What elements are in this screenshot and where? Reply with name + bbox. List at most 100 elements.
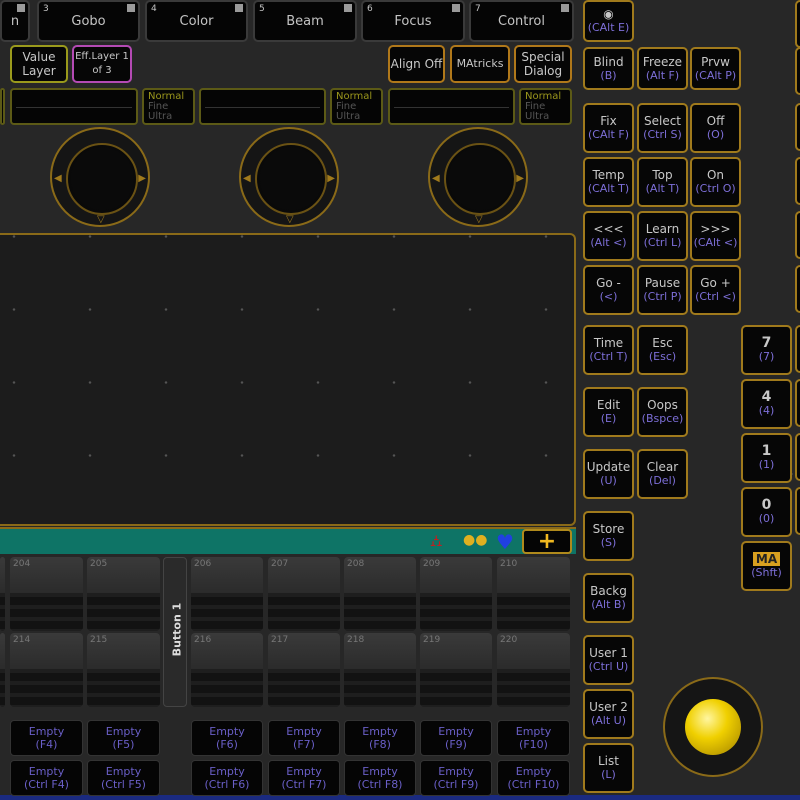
executor-209[interactable]: 209	[420, 557, 492, 631]
checkbox-icon[interactable]	[127, 4, 135, 12]
key-top[interactable]: Top (Alt T)	[637, 157, 688, 207]
trackball-ball[interactable]	[685, 699, 741, 755]
encoder-knob[interactable]: ◀ ▶ ▽	[239, 127, 339, 227]
encoder-knob[interactable]: ◀ ▶ ▽	[428, 127, 528, 227]
key-highlight[interactable]: <<< (Alt <)	[583, 211, 634, 261]
numpad-key-7[interactable]: 7 (7)	[741, 325, 792, 375]
executor-partial[interactable]	[0, 633, 5, 707]
preset-tab-control[interactable]: 7 Control	[469, 0, 574, 42]
preset-tab-gobo[interactable]: 3 Gobo	[37, 0, 140, 42]
key-freeze[interactable]: Freeze (Alt F)	[637, 47, 688, 90]
function-key[interactable]: Empty (F10)	[497, 720, 570, 756]
numpad-key-1[interactable]: 1 (1)	[741, 433, 792, 483]
key-learn[interactable]: Learn (Ctrl L)	[637, 211, 688, 261]
key-update[interactable]: Update (U)	[583, 449, 634, 499]
key-on[interactable]: On (Ctrl O)	[690, 157, 741, 207]
key-blind[interactable]: Blind (B)	[583, 47, 634, 90]
executor-partial[interactable]	[0, 557, 5, 631]
executor-218[interactable]: 218	[344, 633, 416, 707]
network-icon[interactable]: ⛼	[430, 531, 443, 552]
key-prvw[interactable]: Prvw (CAlt P)	[690, 47, 741, 90]
executor-210[interactable]: 210	[497, 557, 570, 631]
function-key[interactable]: Empty (Ctrl F7)	[268, 760, 340, 796]
numpad-key-0[interactable]: 0 (0)	[741, 487, 792, 537]
key-time[interactable]: Time (Ctrl T)	[583, 325, 634, 375]
key-esc[interactable]: Esc (Esc)	[637, 325, 688, 375]
key-go[interactable]: Go + (Ctrl <)	[690, 265, 741, 315]
executor-button-1[interactable]: Button 1	[163, 557, 187, 707]
key-edit[interactable]: Edit (E)	[583, 387, 634, 437]
key-fix[interactable]: Fix (CAlt F)	[583, 103, 634, 153]
executor-215[interactable]: 215	[87, 633, 160, 707]
numpad-key-ma[interactable]: MA (Shft)	[741, 541, 792, 591]
trackball[interactable]	[663, 677, 763, 777]
key-list[interactable]: List (L)	[583, 743, 634, 793]
fixture-icon[interactable]: ●●	[463, 532, 487, 548]
checkbox-icon[interactable]	[452, 4, 460, 12]
key-oops[interactable]: Oops (Bspce)	[637, 387, 688, 437]
encoder-resolution-button[interactable]: Normal Fine Ultra	[142, 88, 195, 125]
key-partial[interactable]	[795, 47, 800, 95]
executor-220[interactable]: 220	[497, 633, 570, 707]
key-partial[interactable]	[795, 379, 800, 427]
function-key[interactable]: Empty (F9)	[420, 720, 492, 756]
executor-208[interactable]: 208	[344, 557, 416, 631]
key-highlight[interactable]: ◉ (CAlt E)	[583, 0, 634, 42]
key-pause[interactable]: Pause (Ctrl P)	[637, 265, 688, 315]
checkbox-icon[interactable]	[561, 4, 569, 12]
executor-205[interactable]: 205	[87, 557, 160, 631]
encoder-resolution-button[interactable]: Normal Fine Ultra	[330, 88, 383, 125]
executor-217[interactable]: 217	[268, 633, 340, 707]
key-partial[interactable]	[795, 103, 800, 151]
key-user-2[interactable]: User 2 (Alt U)	[583, 689, 634, 739]
executor-207[interactable]: 207	[268, 557, 340, 631]
function-key[interactable]: Empty (Ctrl F6)	[191, 760, 263, 796]
heart-icon[interactable]: ♥	[496, 530, 514, 554]
numpad-key-4[interactable]: 4 (4)	[741, 379, 792, 429]
layout-view[interactable]	[0, 233, 576, 526]
key-backg[interactable]: Backg (Alt B)	[583, 573, 634, 623]
executor-219[interactable]: 219	[420, 633, 492, 707]
align-button[interactable]: Align Off	[388, 45, 445, 83]
preset-tab-color[interactable]: 4 Color	[145, 0, 248, 42]
key-go[interactable]: Go - (<)	[583, 265, 634, 315]
encoder-knob[interactable]: ◀ ▶ ▽	[50, 127, 150, 227]
encoder-resolution-button[interactable]: Normal Fine Ultra	[519, 88, 572, 125]
matricks-button[interactable]: MAtricks	[450, 45, 510, 83]
executor-216[interactable]: 216	[191, 633, 263, 707]
key-select[interactable]: Select (Ctrl S)	[637, 103, 688, 153]
preset-tab-beam[interactable]: 5 Beam	[253, 0, 357, 42]
function-key[interactable]: Empty (Ctrl F9)	[420, 760, 492, 796]
checkbox-icon[interactable]	[235, 4, 243, 12]
function-key[interactable]: Empty (F4)	[10, 720, 83, 756]
key-partial[interactable]	[795, 433, 800, 481]
function-key[interactable]: Empty (F8)	[344, 720, 416, 756]
key-partial[interactable]	[795, 325, 800, 373]
special-dialog-button[interactable]: Special Dialog	[514, 45, 572, 83]
function-key[interactable]: Empty (Ctrl F5)	[87, 760, 160, 796]
executor-204[interactable]: 204	[10, 557, 83, 631]
executor-206[interactable]: 206	[191, 557, 263, 631]
function-key[interactable]: Empty (Ctrl F4)	[10, 760, 83, 796]
preset-tab-focus[interactable]: 6 Focus	[361, 0, 465, 42]
key-partial[interactable]	[795, 0, 800, 48]
executor-214[interactable]: 214	[10, 633, 83, 707]
function-key[interactable]: Empty (F5)	[87, 720, 160, 756]
plus-icon[interactable]: +	[522, 529, 572, 554]
function-key[interactable]: Empty (F7)	[268, 720, 340, 756]
checkbox-icon[interactable]	[17, 4, 25, 12]
key-off[interactable]: Off (O)	[690, 103, 741, 153]
key-partial[interactable]	[795, 157, 800, 205]
value-layer-button[interactable]: Value Layer	[10, 45, 68, 83]
checkbox-icon[interactable]	[344, 4, 352, 12]
effect-layer-button[interactable]: Eff.Layer 1 of 3	[72, 45, 132, 83]
key-store[interactable]: Store (S)	[583, 511, 634, 561]
preset-tab-n[interactable]: n	[0, 0, 30, 42]
function-key[interactable]: Empty (F6)	[191, 720, 263, 756]
key-clear[interactable]: Clear (Del)	[637, 449, 688, 499]
key-highlight[interactable]: >>> (CAlt <)	[690, 211, 741, 261]
key-temp[interactable]: Temp (CAlt T)	[583, 157, 634, 207]
function-key[interactable]: Empty (Ctrl F10)	[497, 760, 570, 796]
key-user-1[interactable]: User 1 (Ctrl U)	[583, 635, 634, 685]
key-partial[interactable]	[795, 487, 800, 535]
